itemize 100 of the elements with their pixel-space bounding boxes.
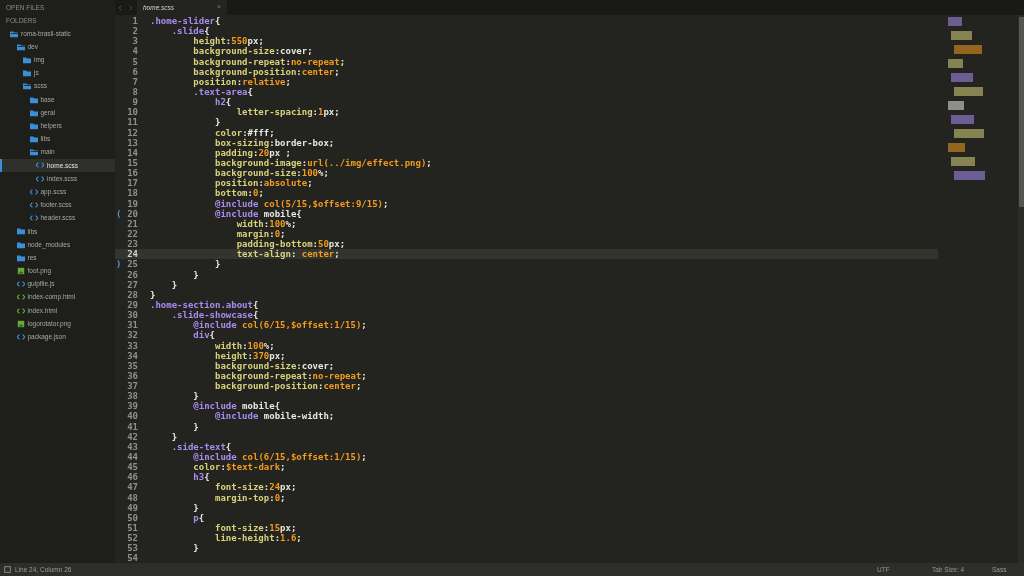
line-number: 10 — [126, 107, 138, 118]
code-line: .slide-showcase{ — [170, 310, 259, 321]
line-number: 49 — [126, 502, 138, 513]
open-folder-icon — [23, 82, 31, 91]
line-number: 45 — [126, 462, 138, 473]
line-number: 27 — [126, 279, 138, 290]
code-line: background-position:center; — [214, 381, 362, 392]
code-line: line-height:1.6; — [214, 533, 302, 544]
code-line: box-sizing:border-box; — [214, 137, 335, 148]
line-number: 24 — [126, 249, 138, 260]
line-number: 21 — [126, 218, 138, 229]
line-number: 18 — [126, 188, 138, 199]
code-line: position:relative; — [192, 76, 291, 87]
line-number: 30 — [126, 310, 138, 321]
code-line: margin:0; — [235, 228, 286, 240]
code-line: background-position:center; — [192, 66, 340, 77]
line-number: 3 — [131, 36, 138, 47]
scrollbar-thumb[interactable] — [1019, 17, 1024, 207]
line-number: 14 — [126, 147, 138, 158]
line-number: 35 — [126, 360, 138, 371]
code-line: background-size:100%; — [214, 168, 329, 179]
code-file-icon — [16, 306, 25, 315]
code-line: @include mobile{ — [192, 401, 281, 412]
code-line: @include col(5/15,$offset:9/15); — [214, 198, 389, 209]
line-number: 36 — [126, 370, 138, 382]
line-number: 16 — [126, 168, 138, 179]
code-line: background-repeat:no-repeat; — [214, 370, 367, 382]
line-number: 44 — [126, 452, 138, 463]
code-line: .home-slider{ — [150, 16, 221, 26]
code-line: font-size:24px; — [214, 482, 297, 493]
code-file-icon — [16, 280, 25, 289]
line-number: 33 — [126, 340, 138, 351]
code-line: } — [170, 279, 178, 290]
code-line: background-repeat:no-repeat; — [192, 56, 346, 67]
code-line: } — [192, 269, 199, 280]
code-line: div{ — [192, 330, 216, 341]
code-file-icon — [29, 214, 38, 223]
line-number: 43 — [126, 441, 138, 453]
line-number: 53 — [126, 543, 138, 554]
line-number: 28 — [126, 289, 138, 300]
code-line: width:100%; — [214, 340, 275, 351]
line-number: 29 — [126, 299, 138, 311]
line-number: 52 — [126, 533, 138, 544]
line-number: 32 — [126, 330, 138, 341]
line-number: 9 — [131, 97, 138, 108]
code-line: } — [192, 391, 199, 402]
fold-marker[interactable]: ( — [115, 208, 121, 219]
code-line: bottom:0; — [214, 188, 264, 199]
fold-marker[interactable]: ) — [115, 259, 121, 270]
line-number: 25 — [126, 259, 138, 270]
code-file-icon — [29, 187, 38, 196]
line-number: 5 — [131, 56, 138, 67]
open-folder-icon — [16, 42, 25, 51]
code-line: background-size:cover; — [192, 46, 313, 57]
code-file-icon — [36, 174, 44, 183]
code-line: .side-text{ — [170, 441, 232, 452]
image-file-icon — [16, 266, 25, 275]
line-number: 37 — [126, 381, 138, 392]
line-number: 46 — [126, 472, 138, 483]
code-line: .home-section.about{ — [150, 299, 259, 310]
code-line: @include col(6/15,$offset:1/15); — [192, 452, 367, 463]
code-line: h3{ — [192, 472, 210, 483]
code-line: background-size:cover; — [214, 360, 335, 371]
code-line: font-size:15px; — [214, 523, 297, 534]
panel-toggle-icon — [4, 566, 11, 573]
line-number: 19 — [126, 198, 138, 209]
code-line: } — [150, 289, 156, 300]
line-number: 31 — [126, 320, 138, 331]
line-number: 8 — [131, 87, 138, 98]
code-line: @include col(6/15,$offset:1/15); — [192, 320, 367, 331]
open-folder-icon — [29, 148, 38, 157]
line-number: 6 — [131, 66, 138, 77]
line-number: 51 — [126, 523, 138, 534]
line-number: 42 — [126, 431, 138, 442]
line-number: 15 — [126, 157, 138, 169]
code-line: height:370px; — [214, 350, 286, 361]
line-number: 1 — [131, 16, 138, 27]
code-line: position:absolute; — [214, 178, 313, 189]
line-number: 41 — [126, 421, 138, 432]
code-line: } — [170, 431, 178, 442]
line-number: 11 — [126, 117, 138, 128]
image-file-icon — [16, 319, 25, 328]
code-line: text-align: center; — [235, 249, 340, 260]
line-number: 48 — [126, 492, 138, 503]
code-file-icon — [36, 161, 44, 170]
code-line: width:100%; — [236, 218, 297, 229]
line-number: 22 — [126, 228, 138, 240]
code-line: margin-top:0; — [214, 492, 286, 503]
open-folder-icon — [10, 29, 18, 38]
code-file-icon — [16, 332, 25, 341]
code-line: letter-spacing:1px; — [235, 107, 340, 118]
code-line: } — [214, 259, 221, 270]
code-line: } — [214, 117, 221, 128]
line-number: 2 — [131, 26, 138, 37]
code-line: color:#fff; — [214, 127, 275, 138]
line-number: 20 — [126, 208, 138, 219]
code-line: } — [192, 543, 199, 554]
line-number: 17 — [126, 178, 138, 189]
code-line: .text-area{ — [192, 87, 253, 98]
code-file-icon — [29, 201, 38, 210]
